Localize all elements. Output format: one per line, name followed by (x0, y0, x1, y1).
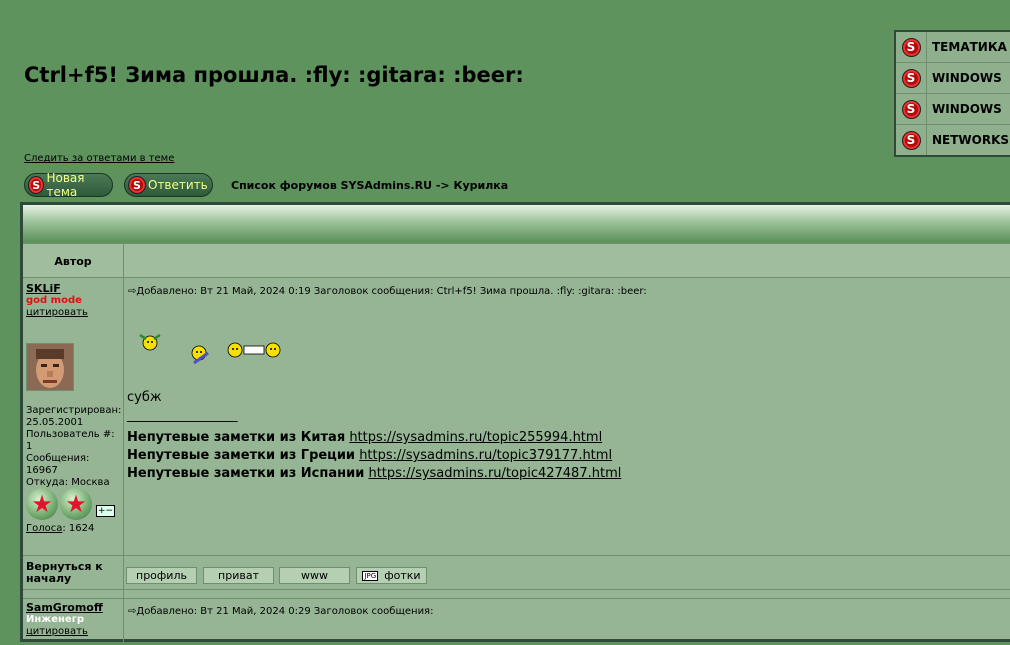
reputation-stars: ★ ★ +− (26, 488, 116, 520)
side-menu-label: NETWORKS (932, 133, 1010, 147)
star-icon: ★ (60, 488, 92, 520)
post-header-text: Добавлено: Вт 21 Май, 2024 0:29 Заголово… (136, 606, 434, 617)
post-author-rank: Инженегр (26, 614, 85, 625)
side-menu-item-tematika[interactable]: S ТЕМАТИКА (896, 32, 1010, 63)
quote-link[interactable]: цитировать (26, 307, 88, 319)
message-column-header (124, 243, 1010, 278)
vote-plus-minus-icon[interactable]: +− (96, 505, 116, 517)
post-body: субж _________________ Непутевые заметки… (127, 389, 621, 483)
side-menu-item-windows-1[interactable]: S WINDOWS (896, 63, 1010, 94)
signature-link[interactable]: https://sysadmins.ru/topic427487.html (368, 466, 621, 481)
reply-button[interactable]: S Ответить (124, 173, 213, 197)
s-logo-icon: S (901, 68, 921, 88)
signature-text: Непутевые заметки из Китая (127, 430, 346, 445)
back-to-top-link[interactable]: Вернуться к началу (26, 561, 121, 585)
private-label: приват (218, 569, 259, 582)
photos-label: фотки (384, 569, 421, 582)
user-number: 1 (26, 441, 33, 452)
signature-line: Непутевые заметки из Греции https://sysa… (127, 447, 621, 465)
fly-smiley-icon (139, 333, 161, 351)
location-label: Откуда: (26, 477, 69, 488)
side-menu-label: WINDOWS (932, 102, 1002, 116)
side-menu-label: ТЕМАТИКА (932, 40, 1007, 54)
new-topic-label: Новая тема (46, 171, 85, 199)
post-text: субж (127, 390, 162, 405)
side-menu-label: WINDOWS (932, 71, 1002, 85)
registered-date: 25.05.2001 (26, 417, 84, 428)
post-header-text: Добавлено: Вт 21 Май, 2024 0:19 Заголово… (136, 286, 647, 297)
signature-line: Непутевые заметки из Китая https://sysad… (127, 429, 621, 447)
author-details: Зарегистрирован: 25.05.2001 Пользователь… (26, 405, 122, 489)
watch-topic-link[interactable]: Следить за ответами в теме (24, 153, 174, 164)
reply-label: Ответить (148, 178, 208, 192)
side-menu-item-networks[interactable]: S NETWORKS (896, 125, 1010, 155)
s-logo-icon: S (128, 176, 146, 194)
breadcrumb: Список форумов SYSAdmins.RU -> Курилка (231, 179, 508, 192)
beer-smiley-icon (227, 342, 281, 358)
breadcrumb-separator: -> (435, 179, 450, 192)
post-author-name[interactable]: SamGromoff (26, 602, 103, 614)
private-message-button[interactable]: приват (203, 567, 274, 584)
profile-label: профиль (136, 569, 187, 582)
star-icon: ★ (26, 488, 58, 520)
votes-count: : 1624 (62, 523, 95, 534)
user-number-label: Пользователь #: (26, 429, 115, 440)
s-logo-icon: S (901, 99, 921, 119)
signature-text: Непутевые заметки из Греции (127, 448, 356, 463)
votes-link[interactable]: Голоса (26, 523, 62, 534)
smilies-image (139, 333, 281, 365)
breadcrumb-forums-link[interactable]: Список форумов SYSAdmins.RU (231, 179, 432, 192)
www-button[interactable]: www (279, 567, 350, 584)
s-logo-icon: S (901, 130, 921, 150)
post-header: ⇨Добавлено: Вт 21 Май, 2024 0:19 Заголов… (128, 286, 647, 297)
post-author-rank: god mode (26, 295, 82, 306)
new-topic-button[interactable]: S Новая тема (24, 171, 113, 199)
www-label: www (301, 569, 328, 582)
post-author-name[interactable]: SKLiF (26, 283, 88, 295)
signature-text: Непутевые заметки из Испании (127, 466, 365, 481)
quote-link[interactable]: цитировать (26, 626, 103, 638)
photos-button[interactable]: JPG фотки (356, 567, 427, 584)
side-menu-item-windows-2[interactable]: S WINDOWS (896, 94, 1010, 125)
s-logo-icon: S (901, 37, 921, 57)
author-column-header: Автор (23, 243, 124, 278)
avatar (26, 343, 74, 391)
registered-label: Зарегистрирован: (26, 405, 122, 416)
votes: Голоса: 1624 (26, 523, 94, 534)
post-author-block: SamGromoff Инженегр цитировать (26, 602, 103, 638)
signature-separator: _________________ (127, 408, 238, 423)
side-menu: S ТЕМАТИКА S WINDOWS S WINDOWS S NETWORK… (894, 30, 1010, 157)
profile-button[interactable]: профиль (126, 567, 197, 584)
category-header-bar (23, 205, 1010, 241)
post-author-block: SKLiF god mode цитировать (26, 283, 88, 319)
signature-link[interactable]: https://sysadmins.ru/topic255994.html (349, 430, 602, 445)
topic-title: Ctrl+f5! Зима прошла. :fly: :gitara: :be… (24, 63, 524, 87)
gitara-smiley-icon (191, 345, 209, 365)
messages-label: Сообщения: (26, 453, 90, 464)
breadcrumb-current-link[interactable]: Курилка (453, 179, 508, 192)
post-header: ⇨Добавлено: Вт 21 Май, 2024 0:29 Заголов… (128, 606, 433, 617)
signature-link[interactable]: https://sysadmins.ru/topic379177.html (359, 448, 612, 463)
topic-table: Автор SKLiF god mode цитировать Зарегист… (20, 202, 1010, 645)
location: Москва (71, 477, 110, 488)
messages-count: 16967 (26, 465, 58, 476)
jpg-file-icon: JPG (362, 570, 379, 581)
signature-line: Непутевые заметки из Испании https://sys… (127, 465, 621, 483)
s-logo-icon: S (28, 176, 45, 194)
